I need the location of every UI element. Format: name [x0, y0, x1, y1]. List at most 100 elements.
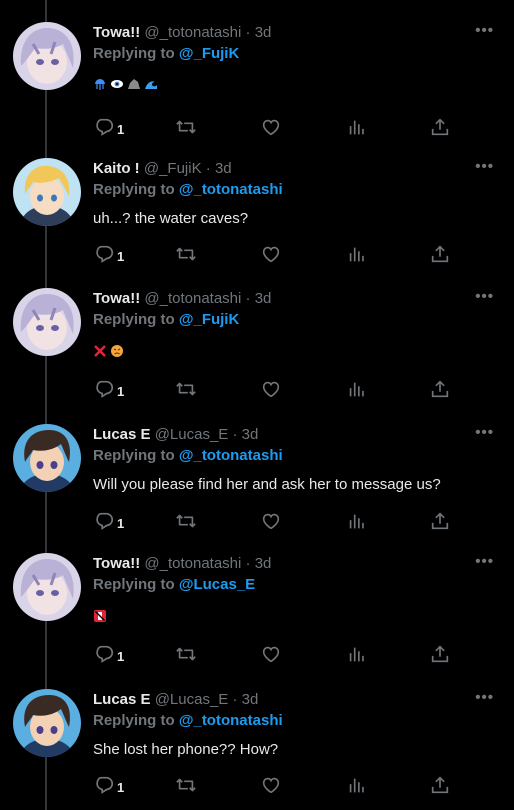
views-icon [349, 247, 364, 262]
timestamp[interactable]: 3d [255, 555, 272, 572]
reply-button[interactable]: 1 [93, 377, 124, 401]
retweet-button[interactable] [175, 642, 197, 666]
reply-button[interactable]: 1 [93, 509, 124, 533]
like-icon [262, 646, 280, 663]
views-icon [349, 647, 364, 662]
more-icon[interactable]: ••• [475, 159, 494, 174]
timestamp[interactable]: 3d [242, 691, 259, 708]
angry-face-emoji [110, 344, 124, 358]
views-button[interactable] [346, 773, 368, 797]
more-icon[interactable]: ••• [475, 425, 494, 440]
replying-to-handle[interactable]: @_totonatashi [179, 712, 283, 729]
reply-icon [96, 776, 114, 794]
more-icon[interactable]: ••• [475, 690, 494, 705]
views-button[interactable] [346, 377, 368, 401]
separator-dot: · [232, 691, 238, 708]
cross-mark-emoji [93, 344, 107, 358]
replying-to-handle[interactable]: @_totonatashi [179, 181, 283, 198]
share-icon [431, 380, 449, 398]
views-button[interactable] [346, 642, 368, 666]
share-button[interactable] [429, 377, 451, 401]
reply-icon [96, 512, 114, 530]
timestamp[interactable]: 3d [242, 426, 259, 443]
reply-count: 1 [117, 383, 125, 399]
replying-to: Replying to @_totonatashi [93, 447, 283, 465]
emoji-text [93, 341, 127, 361]
avatar[interactable] [13, 22, 81, 90]
share-button[interactable] [429, 642, 451, 666]
avatar[interactable] [13, 158, 81, 226]
views-button[interactable] [346, 115, 368, 139]
display-name[interactable]: Lucas E [93, 691, 151, 708]
replying-to-handle[interactable]: @_FujiK [179, 311, 239, 328]
action-bar: 1 [93, 115, 463, 139]
retweet-icon [176, 647, 196, 661]
more-icon[interactable]: ••• [475, 289, 494, 304]
replying-to-label: Replying to [93, 447, 175, 464]
timestamp[interactable]: 3d [255, 290, 272, 307]
like-button[interactable] [260, 509, 282, 533]
timestamp[interactable]: 3d [215, 160, 232, 177]
reply-count: 1 [117, 121, 125, 137]
user-handle[interactable]: @_totonatashi [144, 555, 241, 572]
share-icon [431, 776, 449, 794]
retweet-button[interactable] [175, 509, 197, 533]
replying-to-label: Replying to [93, 311, 175, 328]
views-button[interactable] [346, 509, 368, 533]
share-button[interactable] [429, 242, 451, 266]
share-icon [431, 118, 449, 136]
like-icon [262, 513, 280, 530]
like-button[interactable] [260, 377, 282, 401]
views-icon [349, 120, 364, 135]
more-icon[interactable]: ••• [475, 554, 494, 569]
retweet-button[interactable] [175, 242, 197, 266]
separator-dot: · [245, 24, 251, 41]
display-name[interactable]: Towa!! [93, 555, 140, 572]
reply-button[interactable]: 1 [93, 242, 124, 266]
retweet-button[interactable] [175, 773, 197, 797]
reply-button[interactable]: 1 [93, 773, 124, 797]
separator-dot: · [232, 426, 238, 443]
more-icon[interactable]: ••• [475, 23, 494, 38]
views-button[interactable] [346, 242, 368, 266]
user-handle[interactable]: @_totonatashi [144, 290, 241, 307]
user-handle[interactable]: @Lucas_E [155, 426, 229, 443]
tweet-header: Towa!! @_totonatashi · 3d [93, 290, 271, 308]
reply-button[interactable]: 1 [93, 115, 124, 139]
views-icon [349, 382, 364, 397]
display-name[interactable]: Towa!! [93, 290, 140, 307]
reply-icon [96, 380, 114, 398]
display-name[interactable]: Kaito ! [93, 160, 140, 177]
user-handle[interactable]: @_FujiK [144, 160, 202, 177]
retweet-button[interactable] [175, 115, 197, 139]
display-name[interactable]: Lucas E [93, 426, 151, 443]
user-handle[interactable]: @Lucas_E [155, 691, 229, 708]
retweet-icon [176, 778, 196, 792]
avatar[interactable] [13, 689, 81, 757]
tweet-header: Towa!! @_totonatashi · 3d [93, 555, 271, 573]
tweet-text: She lost her phone?? How? [93, 741, 279, 758]
rock-emoji [127, 77, 141, 91]
replying-to-handle[interactable]: @_totonatashi [179, 447, 283, 464]
tweet-text: uh...? the water caves? [93, 210, 249, 227]
like-button[interactable] [260, 115, 282, 139]
display-name[interactable]: Towa!! [93, 24, 140, 41]
reply-button[interactable]: 1 [93, 642, 124, 666]
retweet-icon [176, 120, 196, 134]
avatar[interactable] [13, 424, 81, 492]
timestamp[interactable]: 3d [255, 24, 272, 41]
retweet-button[interactable] [175, 377, 197, 401]
like-button[interactable] [260, 642, 282, 666]
like-button[interactable] [260, 242, 282, 266]
replying-to-label: Replying to [93, 45, 175, 62]
share-button[interactable] [429, 115, 451, 139]
avatar[interactable] [13, 288, 81, 356]
avatar[interactable] [13, 553, 81, 621]
replying-to-handle[interactable]: @Lucas_E [179, 576, 255, 593]
share-button[interactable] [429, 509, 451, 533]
replying-to-handle[interactable]: @_FujiK [179, 45, 239, 62]
like-button[interactable] [260, 773, 282, 797]
user-handle[interactable]: @_totonatashi [144, 24, 241, 41]
emoji-text [93, 606, 110, 626]
share-button[interactable] [429, 773, 451, 797]
